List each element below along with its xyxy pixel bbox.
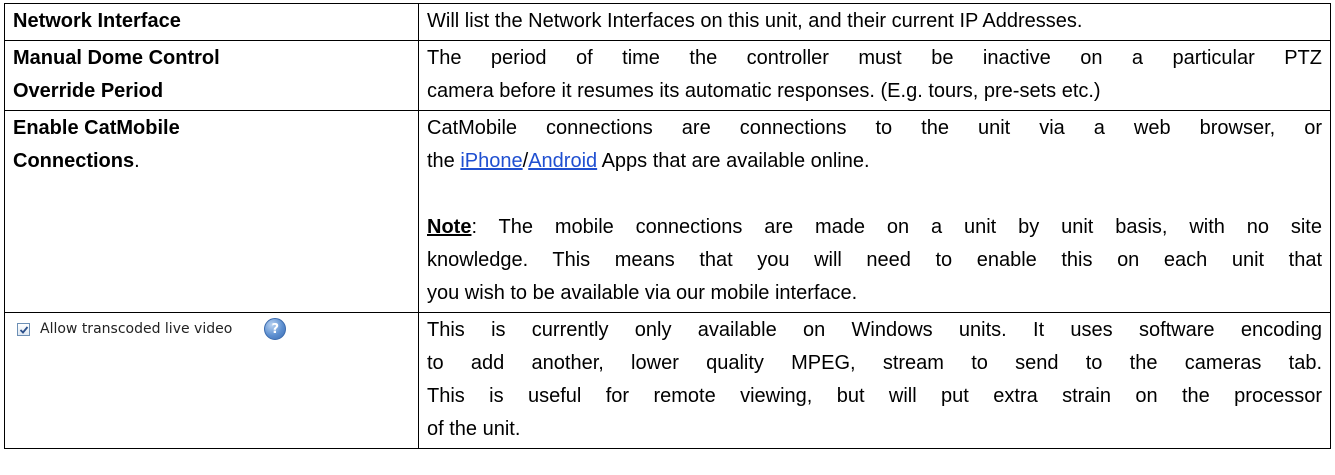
table-row-network-interface: Network Interface Will list the Network … bbox=[4, 3, 1331, 41]
note-text: : The mobile connections are made on a u… bbox=[471, 216, 1322, 238]
description-line: This is useful for remote viewing, but w… bbox=[427, 385, 1322, 407]
term-line-wrap: Connections. bbox=[13, 145, 410, 178]
description-line: The period of time the controller must b… bbox=[427, 47, 1322, 69]
term-network-interface: Network Interface bbox=[4, 3, 419, 41]
description-line-with-links: the iPhone/Android Apps that are availab… bbox=[427, 145, 1322, 178]
note-line: Note: The mobile connections are made on… bbox=[427, 211, 1322, 244]
allow-transcoded-video-checkbox[interactable] bbox=[17, 322, 30, 336]
description-line: camera before it resumes its automatic r… bbox=[427, 80, 1101, 102]
term-line: Override Period bbox=[13, 80, 164, 102]
description-line: This is currently only available on Wind… bbox=[427, 319, 1322, 341]
description-text: Will list the Network Interfaces on this… bbox=[427, 10, 1083, 32]
setting-transcoded-video: Allow transcoded live video ? bbox=[4, 312, 419, 449]
document-page: Network Interface Will list the Network … bbox=[0, 0, 1335, 475]
table-row-manual-dome-control: Manual Dome Control Override Period The … bbox=[4, 40, 1331, 111]
description-line: CatMobile connections are connections to… bbox=[427, 117, 1322, 139]
description-enable-catmobile: CatMobile connections are connections to… bbox=[418, 110, 1331, 313]
term-line: Enable CatMobile bbox=[13, 117, 180, 139]
description-prefix: the bbox=[427, 150, 461, 172]
note-line: you wish to be available via our mobile … bbox=[427, 282, 858, 304]
term-suffix: . bbox=[134, 150, 140, 172]
allow-transcoded-video-setting: Allow transcoded live video ? bbox=[13, 314, 410, 344]
description-network-interface: Will list the Network Interfaces on this… bbox=[418, 3, 1331, 41]
description-manual-dome-control: The period of time the controller must b… bbox=[418, 40, 1331, 111]
help-icon[interactable]: ? bbox=[264, 318, 287, 340]
term-manual-dome-control: Manual Dome Control Override Period bbox=[4, 40, 419, 111]
note-line: knowledge. This means that you will need… bbox=[427, 249, 1322, 271]
setting-label: Allow transcoded live video bbox=[40, 320, 233, 337]
description-transcoded-video: This is currently only available on Wind… bbox=[418, 312, 1331, 449]
note-label: Note bbox=[427, 216, 472, 238]
android-link[interactable]: Android bbox=[528, 150, 597, 172]
term-enable-catmobile: Enable CatMobile Connections. bbox=[4, 110, 419, 313]
description-suffix: Apps that are available online. bbox=[597, 150, 870, 172]
description-line: to add another, lower quality MPEG, stre… bbox=[427, 352, 1322, 374]
table-row-transcoded-video: Allow transcoded live video ? This is cu… bbox=[4, 312, 1331, 449]
settings-table: Network Interface Will list the Network … bbox=[4, 3, 1331, 449]
term-line: Connections bbox=[13, 150, 135, 172]
description-line: of the unit. bbox=[427, 418, 521, 440]
iphone-link[interactable]: iPhone bbox=[460, 150, 522, 172]
term-line: Manual Dome Control bbox=[13, 47, 220, 69]
checkmark-icon bbox=[19, 325, 29, 334]
table-row-enable-catmobile: Enable CatMobile Connections. CatMobile … bbox=[4, 110, 1331, 313]
